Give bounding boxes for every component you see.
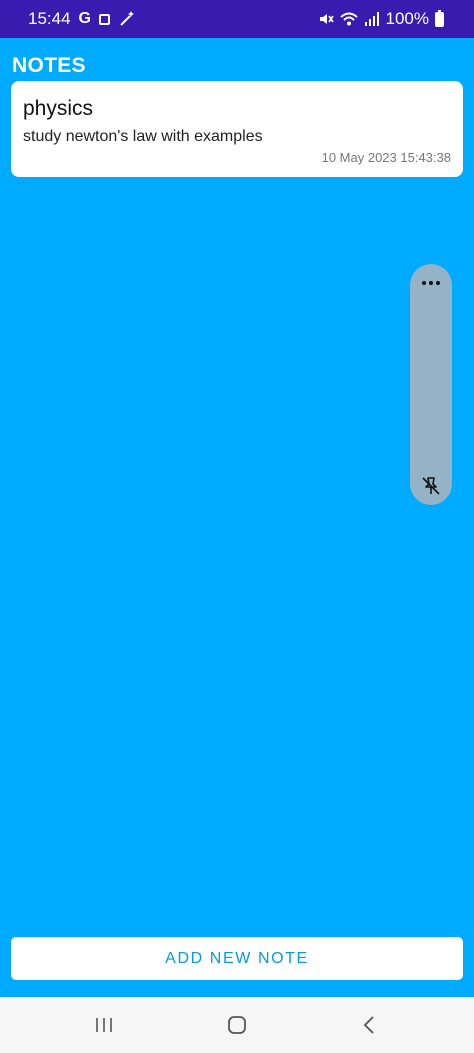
screen-recorder-icon: [99, 13, 110, 25]
note-card[interactable]: physics study newton's law with examples…: [11, 81, 463, 177]
google-icon: G: [78, 10, 91, 27]
home-icon[interactable]: [217, 1009, 257, 1041]
more-horizontal-icon[interactable]: [418, 274, 444, 292]
note-date: 10 May 2023 15:43:38: [321, 150, 451, 165]
status-bar: 15:44 G 100%: [0, 0, 474, 38]
wifi-icon: [339, 12, 358, 26]
signal-icon: [364, 12, 379, 26]
page-title: NOTES: [12, 54, 86, 77]
battery-icon: [435, 9, 444, 27]
recents-icon[interactable]: [84, 1009, 124, 1041]
magic-wand-icon: [120, 11, 134, 26]
add-new-note-button[interactable]: ADD NEW NOTE: [11, 937, 463, 980]
mute-icon: [319, 14, 334, 24]
pin-off-icon[interactable]: [420, 475, 442, 497]
status-time: 15:44: [28, 9, 71, 28]
navigation-bar: [0, 997, 474, 1053]
floating-panel[interactable]: [410, 264, 452, 505]
note-body: study newton's law with examples: [23, 128, 263, 145]
note-title: physics: [23, 97, 94, 120]
back-icon[interactable]: [350, 1009, 390, 1041]
battery-percent: 100%: [385, 9, 429, 28]
